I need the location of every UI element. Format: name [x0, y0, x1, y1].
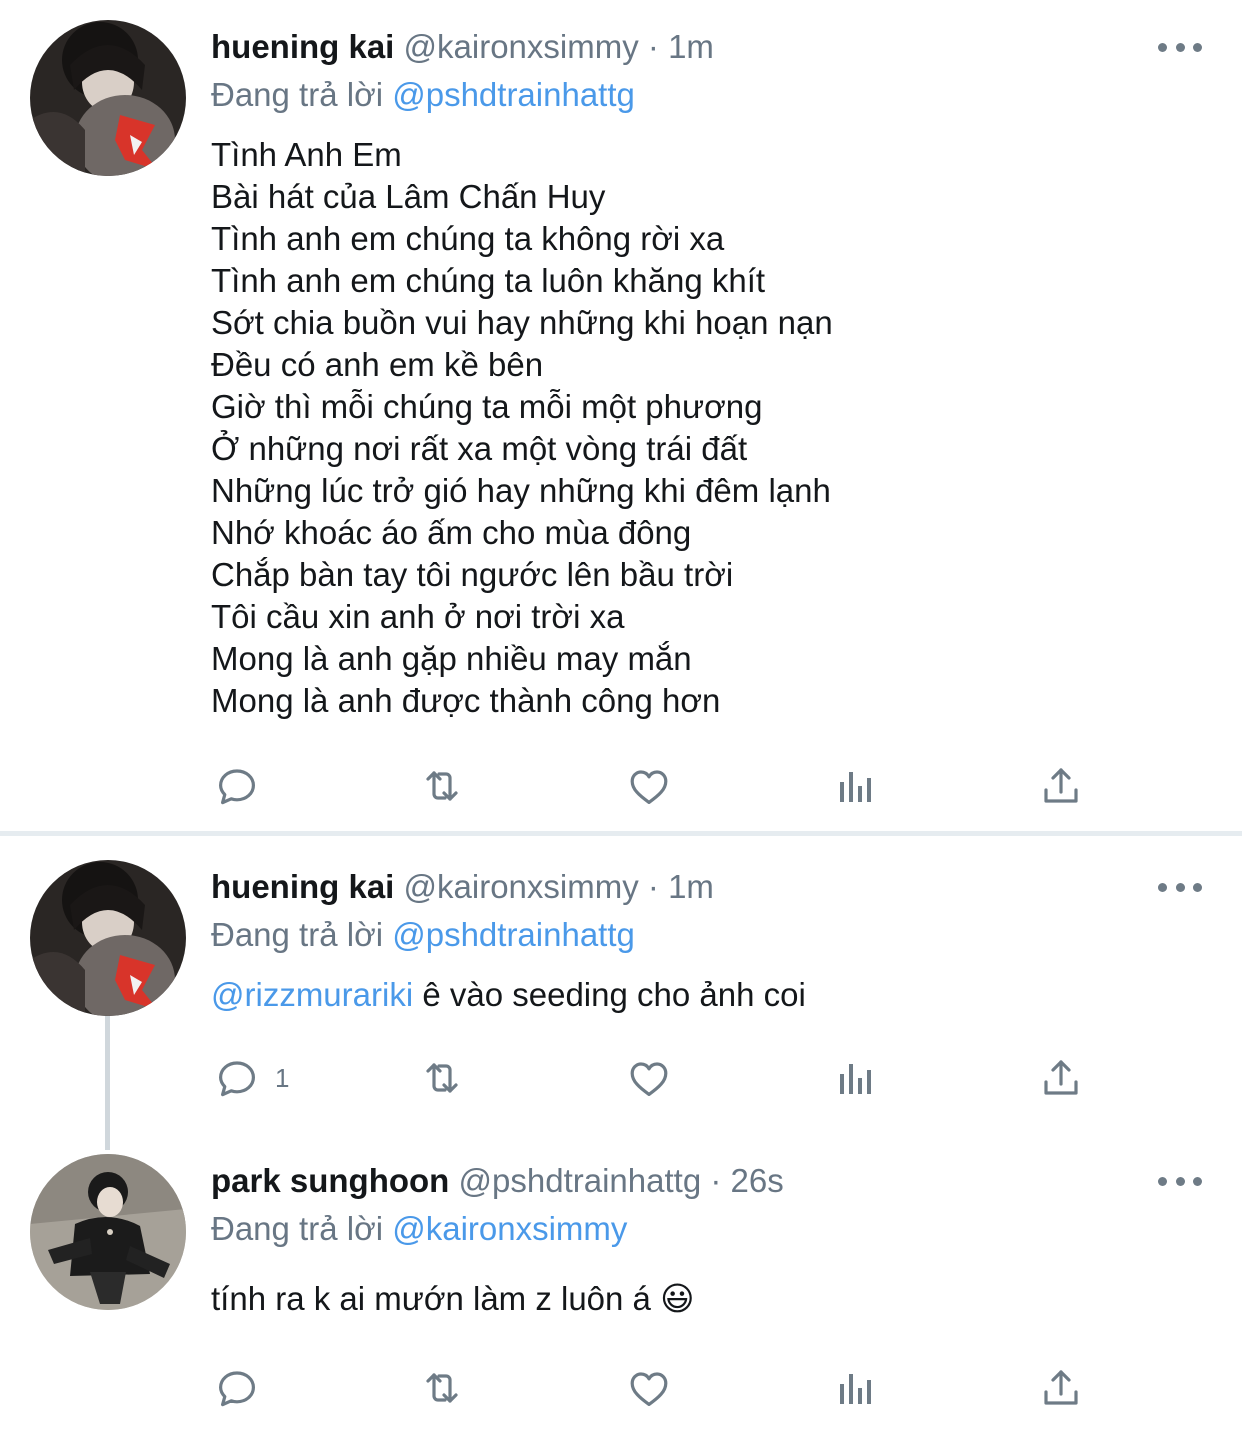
reply-button[interactable]	[213, 1360, 275, 1416]
analytics-button[interactable]	[832, 1360, 880, 1416]
analytics-button[interactable]	[832, 758, 880, 814]
display-name[interactable]: huening kai	[211, 28, 394, 65]
more-options-icon[interactable]	[1158, 877, 1202, 897]
reply-icon	[219, 1061, 255, 1097]
text-line: Chắp bàn tay tôi ngước lên bầu trời	[211, 556, 734, 593]
tweet-body: ê vào seeding cho ảnh coi	[413, 976, 806, 1013]
retweet-icon	[426, 1373, 458, 1403]
timestamp[interactable]: 1m	[668, 868, 714, 905]
analytics-icon	[840, 772, 871, 802]
replying-label: Đang trả lời	[211, 76, 384, 113]
like-button[interactable]	[625, 758, 673, 814]
separator-dot: ·	[710, 1162, 722, 1199]
text-line: Giờ thì mỗi chúng ta mỗi một phương	[211, 388, 763, 425]
user-handle[interactable]: @pshdtrainhattg	[459, 1162, 702, 1199]
avatar[interactable]	[30, 1154, 186, 1310]
tweet-actions: 1	[0, 1050, 1242, 1106]
reply-icon	[219, 769, 255, 805]
more-options-icon[interactable]	[1158, 1171, 1202, 1191]
user-handle[interactable]: @kaironxsimmy	[404, 28, 639, 65]
analytics-button[interactable]	[832, 1050, 880, 1106]
like-button[interactable]	[625, 1360, 673, 1416]
mention-link[interactable]: @rizzmurariki	[211, 976, 413, 1013]
tweet-body: tính ra k ai mướn làm z luôn á	[211, 1280, 661, 1317]
timestamp[interactable]: 1m	[668, 28, 714, 65]
tweet-actions	[0, 1360, 1242, 1416]
share-button[interactable]	[1037, 758, 1085, 814]
replying-to: Đang trả lời @pshdtrainhattg	[211, 915, 635, 955]
reply-icon	[219, 1371, 255, 1407]
share-icon	[1044, 1060, 1078, 1095]
reply-count: 1	[275, 1062, 290, 1093]
text-line: Đều có anh em kề bên	[211, 346, 544, 383]
tweet-header: park sunghoon @pshdtrainhattg · 26s	[211, 1161, 784, 1201]
retweet-icon	[426, 1063, 458, 1093]
replying-label: Đang trả lời	[211, 1210, 384, 1247]
tweet-text: tính ra k ai mướn làm z luôn á 😃	[211, 1278, 694, 1320]
share-icon	[1044, 768, 1078, 803]
analytics-icon	[840, 1374, 871, 1404]
text-line: Sớt chia buồn vui hay những khi hoạn nạn	[211, 304, 833, 341]
more-options-icon[interactable]	[1158, 37, 1202, 57]
retweet-button[interactable]	[418, 758, 466, 814]
tweet-header: huening kai @kaironxsimmy · 1m	[211, 27, 714, 67]
replying-mention-link[interactable]: @pshdtrainhattg	[392, 76, 635, 113]
tweet[interactable]: park sunghoon @pshdtrainhattg · 26s Đang…	[0, 1146, 1242, 1437]
replying-to: Đang trả lời @pshdtrainhattg	[211, 75, 635, 115]
replying-mention-link[interactable]: @kaironxsimmy	[392, 1210, 627, 1247]
like-button[interactable]	[625, 1050, 673, 1106]
text-line: Tôi cầu xin anh ở nơi trời xa	[211, 598, 625, 635]
text-line: Tình anh em chúng ta không rời xa	[211, 220, 725, 257]
tweet[interactable]: huening kai @kaironxsimmy · 1m Đang trả …	[0, 0, 1242, 832]
smiley-emoji: 😃	[660, 1280, 695, 1317]
share-icon	[1044, 1370, 1078, 1405]
text-line: Tình anh em chúng ta luôn khăng khít	[211, 262, 766, 299]
tweet[interactable]: huening kai @kaironxsimmy · 1m Đang trả …	[0, 836, 1242, 1146]
avatar-image	[30, 1154, 186, 1310]
separator-dot: ·	[647, 28, 659, 65]
tweet-text: @rizzmurariki ê vào seeding cho ảnh coi	[211, 974, 806, 1016]
share-button[interactable]	[1037, 1050, 1085, 1106]
retweet-button[interactable]	[418, 1360, 466, 1416]
share-button[interactable]	[1037, 1360, 1085, 1416]
text-line: Ở những nơi rất xa một vòng trái đất	[211, 430, 748, 467]
avatar-image	[30, 20, 186, 176]
replying-mention-link[interactable]: @pshdtrainhattg	[392, 916, 635, 953]
tweet-header: huening kai @kaironxsimmy · 1m	[211, 867, 714, 907]
like-icon	[630, 1062, 668, 1096]
retweet-icon	[426, 771, 458, 801]
replying-to: Đang trả lời @kaironxsimmy	[211, 1209, 627, 1249]
text-line: Mong là anh được thành công hơn	[211, 682, 721, 719]
like-icon	[630, 1372, 668, 1406]
text-line: Tình Anh Em	[211, 136, 402, 173]
analytics-icon	[840, 1064, 871, 1094]
avatar[interactable]	[30, 20, 186, 176]
avatar[interactable]	[30, 860, 186, 1016]
timestamp[interactable]: 26s	[731, 1162, 784, 1199]
display-name[interactable]: park sunghoon	[211, 1162, 449, 1199]
retweet-button[interactable]	[418, 1050, 466, 1106]
text-line: Bài hát của Lâm Chấn Huy	[211, 178, 606, 215]
text-line: Mong là anh gặp nhiều may mắn	[211, 640, 692, 677]
tweet-actions	[0, 758, 1242, 814]
text-line: Những lúc trở gió hay những khi đêm lạnh	[211, 472, 831, 509]
avatar-image	[30, 860, 186, 1016]
reply-button[interactable]	[213, 758, 275, 814]
reply-button[interactable]: 1	[213, 1050, 289, 1106]
separator-dot: ·	[647, 868, 659, 905]
user-handle[interactable]: @kaironxsimmy	[404, 868, 639, 905]
text-line: Nhớ khoác áo ấm cho mùa đông	[211, 514, 692, 551]
like-icon	[630, 770, 668, 804]
display-name[interactable]: huening kai	[211, 868, 394, 905]
replying-label: Đang trả lời	[211, 916, 384, 953]
tweet-text: Tình Anh Em Bài hát của Lâm Chấn Huy Tìn…	[211, 134, 833, 722]
